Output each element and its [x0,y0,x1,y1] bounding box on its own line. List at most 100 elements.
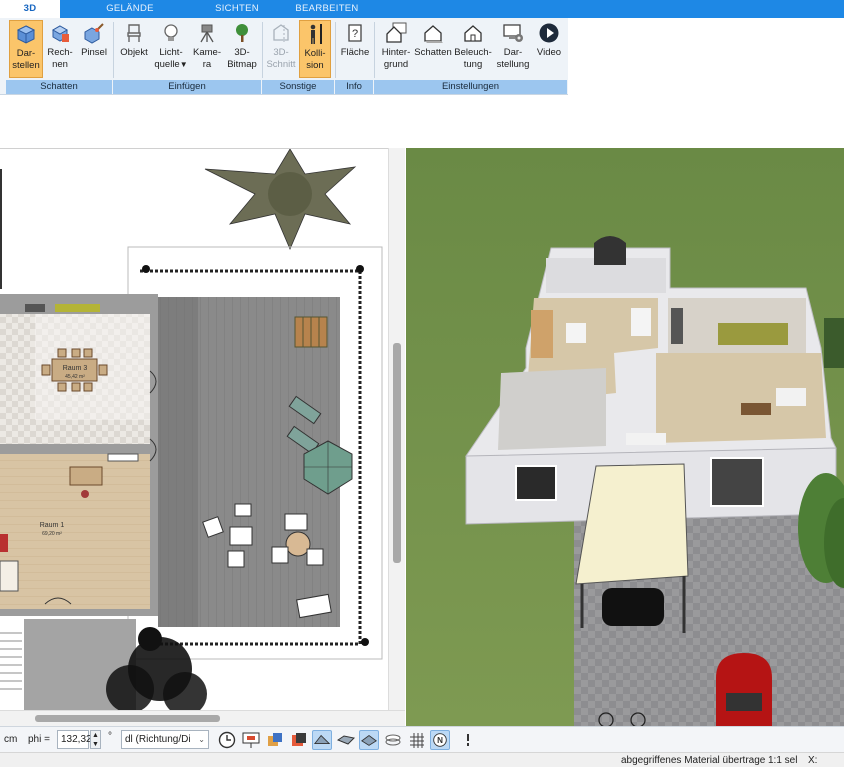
view-side-icon[interactable] [312,730,332,750]
house-shadow-icon [424,25,443,43]
grid-icon[interactable] [407,730,427,750]
room-1-name: Raum 1 [40,522,65,529]
direction-select-value: dl (Richtung/Di [125,734,191,745]
schnitt3d-label-1: 3D- [273,47,289,58]
beleuchtung-label-2: tung [463,59,483,70]
darstellen-label-1: Dar- [16,48,36,59]
bitmap3d-label-2: Bitmap [227,59,257,70]
rechnen-label-1: Rech- [47,47,73,58]
layer-icon[interactable] [383,730,403,750]
group-label-schatten: Schatten [6,80,113,94]
group-label-info: Info [335,80,374,94]
phi-spinner[interactable]: ▲ ▼ [90,730,101,749]
room-3-area: 45,42 m² [65,374,85,380]
separator [113,22,114,78]
pinsel-label: Pinsel [81,47,107,58]
darstellung-label-2: stellung [496,59,530,70]
more-icon[interactable] [458,730,478,750]
house-background-icon [386,22,407,43]
kamera-label-2: ra [202,59,212,70]
view-toolbar: cm phi = 132,32 ▲ ▼ ° dl (Richtung/Di ⌄ N [0,726,844,752]
north-icon[interactable]: N [430,730,450,750]
objekt-button[interactable]: Objekt [117,20,151,78]
cube-render-icon [16,25,36,44]
kamera-label-1: Kame- [193,47,221,58]
flaeche-label: Fläche [340,47,370,58]
video-button[interactable]: Video [533,20,565,78]
status-coord-label: X: [808,755,818,766]
video-label: Video [536,47,562,58]
lichtquelle-label-2: quelle [154,59,180,70]
plan-horizontal-scrollbar[interactable] [0,710,405,726]
bitmap3d-button[interactable]: 3D- Bitmap [224,20,260,78]
plan-horizontal-scroll-thumb[interactable] [35,715,220,722]
direction-select[interactable]: dl (Richtung/Di ⌄ [121,730,209,749]
cube-calc-icon [51,25,69,42]
pinsel-button[interactable]: Pinsel [78,20,110,78]
separator [335,22,336,78]
view-perspective-icon[interactable] [359,730,379,750]
bitmap3d-label-1: 3D- [234,47,250,58]
area-help-icon: ? [348,24,362,42]
rechnen-button[interactable]: Rech- nen [44,20,76,78]
brush-cube-icon [84,23,104,44]
beleuchtung-label-1: Beleuch- [454,47,492,58]
3d-view[interactable] [406,148,844,726]
beleuchtung-button[interactable]: Beleuch- tung [453,20,493,78]
ribbon: Dar- stellen Rech- nen Pinsel Objekt Lic… [0,18,568,95]
lichtquelle-label-1: Licht- [159,47,183,58]
group-label-einstellungen: Einstellungen [374,80,568,94]
hintergrund-label-2: grund [383,59,409,70]
separator [374,22,375,78]
camera-icon [200,24,214,43]
room-1-area: 69,20 m² [42,531,62,537]
phi-unit: ° [108,731,112,742]
rechnen-label-2: nen [52,59,68,70]
tab-3d[interactable]: 3D [0,0,60,18]
kamera-button[interactable]: Kame- ra [191,20,223,78]
paint-icon[interactable] [265,730,285,750]
lightbulb-icon [164,24,178,41]
view-top-icon[interactable] [336,730,356,750]
monitor-settings-icon [503,24,523,42]
kollision-label-1: Kolli- [304,48,326,59]
spin-up-icon[interactable]: ▲ [92,732,99,739]
ribbon-tab-bar: 3D GELÄNDE SICHTEN BEARBEITEN [0,0,844,18]
darstellen-label-2: stellen [12,60,40,71]
schnitt3d-button[interactable]: 3D- Schnitt [265,20,297,78]
ribbon-empty-area [568,18,844,95]
phi-input[interactable]: 132,32 [57,730,92,749]
darstellung-button[interactable]: Dar- stellung [494,20,532,78]
darstellung-label-1: Dar- [503,47,523,58]
kollision-label-2: sion [306,60,324,71]
hintergrund-button[interactable]: Hinter- grund [378,20,414,78]
group-label-sonstige: Sonstige [262,80,335,94]
clock-icon[interactable] [217,730,237,750]
kollision-button[interactable]: Kolli- sion [299,20,331,78]
lichtquelle-button[interactable]: Licht- quelle▼ [154,20,188,78]
tab-bearbeiten[interactable]: BEARBEITEN [292,0,362,18]
play-icon [539,23,559,43]
group-label-einfuegen: Einfügen [113,80,262,94]
spin-down-icon[interactable]: ▼ [92,741,99,748]
plan-vertical-scroll-thumb[interactable] [393,343,401,563]
view-front-icon[interactable] [289,730,309,750]
flaeche-button[interactable]: ? Fläche [339,20,371,78]
objekt-label: Objekt [120,47,148,58]
person-icon [310,24,322,44]
phi-label: phi = [28,734,50,745]
status-bar: abgegriffenes Material übertrage 1:1 sel… [0,752,844,767]
svg-text:?: ? [352,28,358,40]
status-scale: 1:1 sel [768,755,798,766]
presentation-icon[interactable] [241,730,261,750]
chair-icon [127,24,141,42]
floor-plan-drawing[interactable]: Raum 3 45,42 m² Raum 1 69,20 m² [0,149,388,710]
3d-scene[interactable] [406,148,844,726]
darstellen-button[interactable]: Dar- stellen [9,20,43,78]
floor-plan-view[interactable]: Raum 3 45,42 m² Raum 1 69,20 m² [0,148,388,710]
tab-gelaende[interactable]: GELÄNDE [100,0,160,18]
svg-text:N: N [437,736,443,745]
schatten-einstellung-button[interactable]: Schatten [414,20,452,78]
plan-vertical-scrollbar[interactable] [388,148,405,710]
tab-sichten[interactable]: SICHTEN [207,0,267,18]
